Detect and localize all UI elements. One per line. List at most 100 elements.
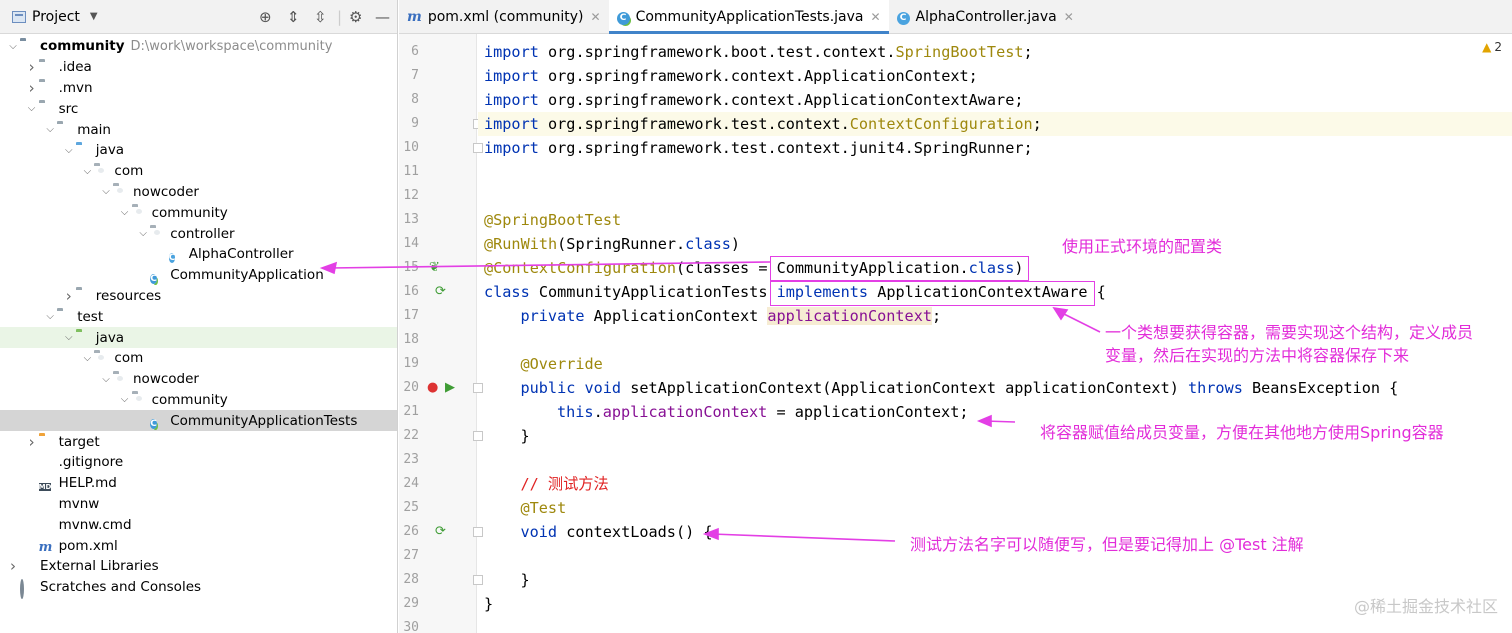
tree-node-label: .gitignore (58, 454, 124, 471)
code-line[interactable]: } (521, 568, 530, 592)
code-line[interactable]: } (484, 592, 493, 616)
close-icon[interactable]: ✕ (1064, 10, 1074, 24)
code-line[interactable]: @RunWith(SpringRunner.class) (484, 232, 740, 256)
tree-node[interactable]: ⌵ java (0, 140, 397, 161)
chevron-down-icon[interactable]: ⌵ (118, 394, 132, 405)
chevron-right-icon[interactable]: › (25, 58, 39, 76)
folder-icon (39, 61, 55, 74)
tree-node[interactable]: ›CCommunityApplication (0, 265, 397, 286)
maven-file-icon: m (38, 540, 53, 556)
chevron-down-icon[interactable]: ⌵ (43, 311, 57, 322)
tree-node[interactable]: ›mpom.xml (0, 535, 397, 556)
chevron-down-icon[interactable]: ⌵ (99, 374, 113, 385)
chevron-down-icon[interactable]: ⌵ (80, 353, 94, 364)
code-line[interactable]: import org.springframework.boot.test.con… (484, 40, 1033, 64)
code-line[interactable]: import org.springframework.test.context.… (484, 112, 1042, 136)
project-view-icon (12, 10, 26, 23)
tree-node[interactable]: ⌵ java (0, 327, 397, 348)
code-line[interactable]: private ApplicationContext applicationCo… (520, 304, 941, 328)
code-token: private (520, 307, 594, 325)
chevron-right-icon[interactable]: › (6, 557, 20, 575)
tree-node[interactable]: ⌵ community (0, 390, 397, 411)
chevron-down-icon[interactable]: ⌵ (6, 41, 20, 52)
code-line[interactable]: import org.springframework.context.Appli… (484, 64, 978, 88)
tree-node[interactable]: ⌵ src (0, 98, 397, 119)
chevron-down-icon[interactable]: ⌵ (43, 124, 57, 135)
line-number: 15 (403, 260, 419, 275)
code-token: ; (1023, 43, 1033, 61)
tree-node[interactable]: ⌵ com (0, 348, 397, 369)
code-line[interactable]: // 测试方法 (521, 472, 609, 496)
tree-node[interactable]: ›mvnw.cmd (0, 514, 397, 535)
override-method-icon[interactable]: ● (427, 376, 438, 400)
tree-node[interactable]: › .idea (0, 57, 397, 78)
tree-node[interactable]: › resources (0, 286, 397, 307)
tree-node[interactable]: ›Scratches and Consoles (0, 577, 397, 599)
editor-tab[interactable]: m pom.xml (community) ✕ (399, 0, 609, 33)
chevron-down-icon[interactable]: ⌵ (25, 103, 39, 114)
code-line[interactable]: void contextLoads() { (521, 520, 713, 544)
tree-node[interactable]: ⌵ controller (0, 223, 397, 244)
code-token: import (484, 91, 549, 109)
tree-node[interactable]: › target (0, 431, 397, 452)
tree-node[interactable]: ⌵ main (0, 119, 397, 140)
collapse-all-icon[interactable]: ⇳ (314, 9, 327, 25)
folder-icon (57, 310, 73, 323)
close-icon[interactable]: ✕ (591, 10, 601, 24)
chevron-right-icon[interactable]: › (25, 79, 39, 97)
tree-node[interactable]: › External Libraries (0, 556, 397, 577)
chevron-down-icon[interactable]: ⌵ (62, 332, 76, 343)
code-line[interactable]: this.applicationContext = applicationCon… (557, 400, 969, 424)
code-token: setApplicationContext(ApplicationContext… (630, 379, 1188, 397)
tree-node[interactable]: ›mvnw (0, 494, 397, 515)
tree-node[interactable]: ⌵ community D:\work\workspace\community (0, 36, 397, 57)
project-view-title[interactable]: Project (32, 9, 80, 25)
code-line[interactable]: public void setApplicationContext(Applic… (521, 376, 1399, 400)
code-line[interactable]: @SpringBootTest (484, 208, 621, 232)
run-icon[interactable]: ▶ (445, 376, 455, 400)
tree-node[interactable]: ⌵ com (0, 161, 397, 182)
line-number: 22 (403, 428, 419, 443)
chevron-down-icon[interactable]: ⌵ (118, 207, 132, 218)
tree-node[interactable]: ›MDHELP.md (0, 473, 397, 494)
tree-node[interactable]: ›.gitignore (0, 452, 397, 473)
chevron-down-icon[interactable]: ⌵ (80, 166, 94, 177)
locate-icon[interactable]: ⊕ (259, 9, 272, 25)
spring-bean-icon[interactable]: ❦ (429, 256, 440, 280)
line-gutter[interactable]: 6 7 8 9 10 11 12 13 14 15 16 17 18 19 20 21 22 23 24 25 26 27… (399, 34, 483, 633)
tree-node[interactable]: ›CAlphaController (0, 244, 397, 265)
line-number: 7 (411, 68, 419, 83)
code-line[interactable]: } (521, 424, 530, 448)
spring-class-icon: C (150, 419, 157, 430)
minimize-icon[interactable]: — (375, 9, 390, 25)
tree-node[interactable]: ⌵ test (0, 306, 397, 327)
gitignore-file-icon (39, 456, 55, 469)
tree-node-label: Scratches and Consoles (40, 579, 202, 596)
code-line[interactable]: import org.springframework.context.Appli… (484, 88, 1024, 112)
chevron-right-icon[interactable]: › (25, 433, 39, 451)
close-icon[interactable]: ✕ (870, 10, 880, 24)
code-line[interactable]: import org.springframework.test.context.… (484, 136, 1033, 160)
code-token: org.springframework.boot.test.context. (548, 43, 896, 61)
editor-tab[interactable]: C AlphaController.java ✕ (889, 0, 1082, 33)
tree-node[interactable]: ›CCommunityApplicationTests (0, 410, 397, 432)
expand-all-icon[interactable]: ⇕ (287, 9, 300, 25)
gear-icon[interactable]: ⚙ (349, 9, 362, 25)
chevron-down-icon[interactable]: ⌵ (136, 228, 150, 239)
tree-node[interactable]: ⌵ nowcoder (0, 369, 397, 390)
line-number: 25 (403, 500, 419, 515)
chevron-right-icon[interactable]: › (62, 287, 76, 305)
run-test-method-icon[interactable]: ⟳ (435, 520, 446, 544)
tree-node[interactable]: › .mvn (0, 78, 397, 99)
code-line[interactable]: @Test (521, 496, 567, 520)
package-icon (94, 352, 110, 365)
tree-node[interactable]: ⌵ nowcoder (0, 182, 397, 203)
editor-tab[interactable]: C CommunityApplicationTests.java ✕ (608, 0, 889, 34)
chevron-down-icon[interactable]: ▼ (90, 11, 98, 22)
code-line[interactable]: @Override (521, 352, 603, 376)
tree-node-label: controller (170, 225, 235, 242)
chevron-down-icon[interactable]: ⌵ (99, 186, 113, 197)
tree-node[interactable]: ⌵ community (0, 202, 397, 223)
run-test-class-icon[interactable]: ⟳ (435, 280, 446, 304)
chevron-down-icon[interactable]: ⌵ (62, 145, 76, 156)
